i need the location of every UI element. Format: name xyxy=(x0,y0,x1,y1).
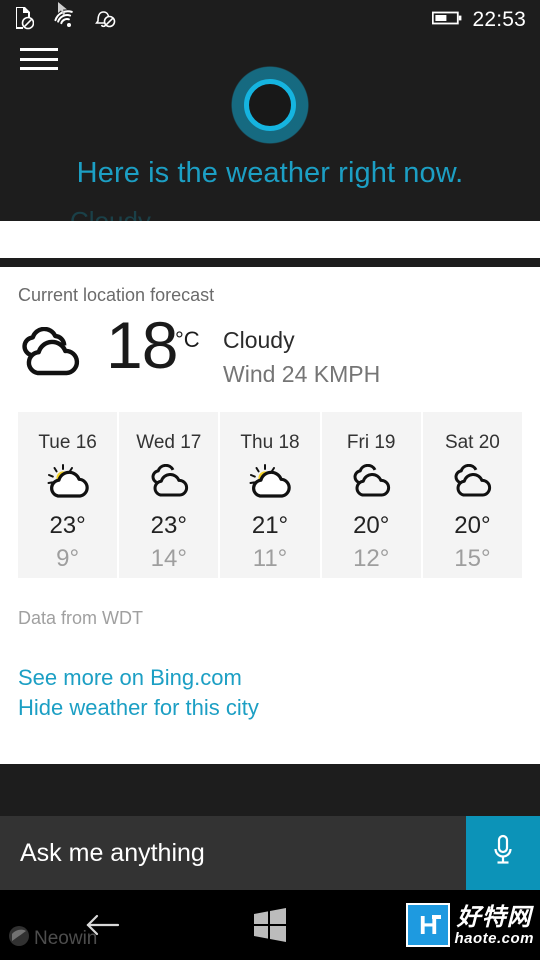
forecast-day-label: Wed 17 xyxy=(136,432,202,453)
content-bottom-gap xyxy=(0,764,540,816)
weather-card: Current location forecast 18 °C Cloudy W… xyxy=(0,267,540,764)
forecast-day[interactable]: Tue 16 23° 9° xyxy=(18,412,118,578)
partly-sunny-icon xyxy=(247,464,293,500)
forecast-low: 11° xyxy=(252,545,288,572)
cortana-response-secondary: Cloudy xyxy=(70,206,151,222)
haote-logo-letter: H xyxy=(419,909,438,940)
card-separator xyxy=(0,258,540,267)
forecast-low: 14° xyxy=(150,545,187,572)
haote-text-group: 好特网 haote.com xyxy=(454,905,534,946)
sim-blocked-icon xyxy=(14,6,35,35)
forecast-day[interactable]: Thu 18 21° 11° xyxy=(220,412,320,578)
weather-data-source: Data from WDT xyxy=(18,608,144,628)
neowin-watermark: Neowin xyxy=(8,925,97,952)
cortana-ring-icon[interactable] xyxy=(231,66,309,144)
hamburger-line xyxy=(20,48,58,51)
windows-logo-icon[interactable] xyxy=(253,908,287,942)
notifications-off-icon xyxy=(94,6,116,34)
microphone-icon xyxy=(489,833,517,874)
cortana-response-text: Here is the weather right now. xyxy=(76,157,464,189)
haote-domain-label: haote.com xyxy=(454,929,534,947)
forecast-low: 12° xyxy=(353,545,390,572)
cloudy-icon xyxy=(449,463,495,500)
forecast-day-label: Fri 19 xyxy=(346,432,396,453)
forecast-high: 23° xyxy=(150,512,187,539)
mouse-cursor-icon xyxy=(58,2,68,16)
current-condition: Cloudy xyxy=(223,327,295,353)
forecast-day-label: Sat 20 xyxy=(444,432,500,453)
weather-links: See more on Bing.com Hide weather for th… xyxy=(18,663,259,723)
forecast-day[interactable]: Sat 20 20° 15° xyxy=(422,412,523,578)
status-bar-right: 22:53 xyxy=(432,0,526,40)
neowin-logo-icon xyxy=(8,925,30,952)
hamburger-line xyxy=(20,57,58,61)
weather-card-heading: Current location forecast xyxy=(18,285,215,305)
forecast-day-label: Tue 16 xyxy=(38,432,97,453)
current-weather-row: 18 °C Cloudy Wind 24 KMPH xyxy=(18,308,522,395)
card-top-edge xyxy=(0,221,540,258)
haote-logo-dash xyxy=(432,915,442,919)
haote-logo-icon: H xyxy=(406,903,451,947)
forecast-low: 15° xyxy=(454,545,491,572)
forecast-day-label: Thu 18 xyxy=(240,432,300,453)
phone-screen: 22:53 Here is the weather right now. Clo… xyxy=(0,0,540,960)
forecast-row: Tue 16 23° 9° Wed 17 23° 14° Thu 18 21° … xyxy=(18,412,523,578)
cortana-ring-inner xyxy=(244,79,296,131)
cortana-ring-container xyxy=(0,66,540,144)
current-temperature-unit: °C xyxy=(175,327,200,352)
partly-sunny-icon xyxy=(45,464,91,500)
status-bar-clock: 22:53 xyxy=(472,8,526,31)
haote-chinese-label: 好特网 xyxy=(456,902,532,931)
haote-watermark: H 好特网 haote.com xyxy=(406,903,534,947)
forecast-day[interactable]: Wed 17 23° 14° xyxy=(119,412,219,578)
current-temperature: 18 xyxy=(106,308,178,382)
forecast-low: 9° xyxy=(56,545,80,572)
forecast-high: 23° xyxy=(49,512,86,539)
cloudy-icon xyxy=(146,463,192,500)
hide-weather-link[interactable]: Hide weather for this city xyxy=(18,693,259,723)
ask-bar: Ask me anything xyxy=(0,816,540,890)
see-more-on-bing-link[interactable]: See more on Bing.com xyxy=(18,663,259,693)
search-input[interactable]: Ask me anything xyxy=(0,816,466,890)
forecast-high: 21° xyxy=(251,512,289,539)
battery-icon xyxy=(432,10,462,31)
cloudy-icon xyxy=(348,463,394,500)
forecast-high: 20° xyxy=(353,512,390,539)
microphone-button[interactable] xyxy=(466,816,540,890)
status-bar: 22:53 xyxy=(0,0,540,40)
current-wind: Wind 24 KMPH xyxy=(223,361,381,387)
forecast-high: 20° xyxy=(454,512,491,539)
cloudy-icon xyxy=(18,326,88,383)
forecast-day[interactable]: Fri 19 20° 12° xyxy=(321,412,421,578)
neowin-label: Neowin xyxy=(34,927,98,949)
